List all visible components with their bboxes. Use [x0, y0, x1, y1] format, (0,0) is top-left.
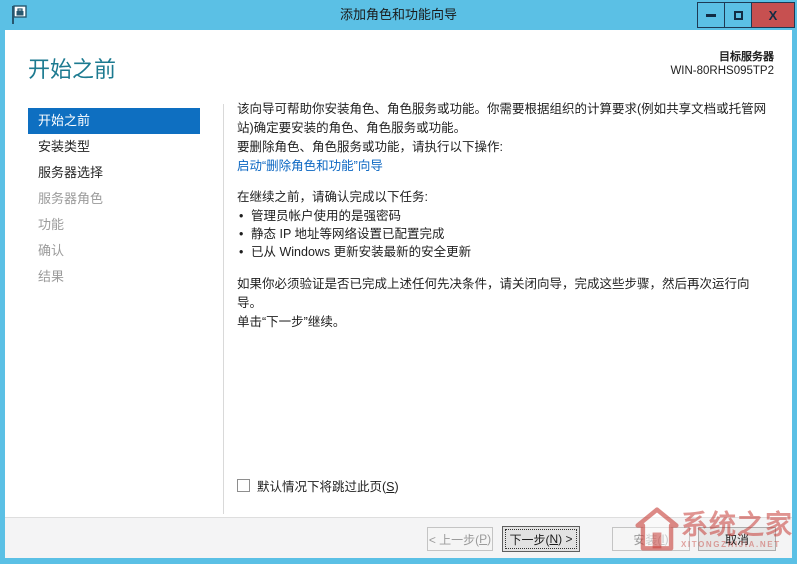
maximize-icon	[733, 10, 743, 20]
task-item-static-ip: 静态 IP 地址等网络设置已配置完成	[237, 225, 767, 243]
minimize-button[interactable]	[697, 2, 724, 28]
sidebar-item-server-selection[interactable]: 服务器选择	[28, 160, 200, 186]
target-server-info: 目标服务器 WIN-80RHS095TP2	[670, 50, 774, 78]
confirm-intro: 在继续之前，请确认完成以下任务:	[237, 190, 428, 204]
checkbox-label: 默认情况下将跳过此页(S)	[257, 480, 399, 494]
checkbox-icon[interactable]	[237, 479, 250, 492]
close-button[interactable]: X	[751, 2, 795, 28]
sidebar-item-results: 结果	[38, 269, 65, 284]
continue-note: 单击“下一步”继续。	[237, 315, 346, 329]
window-title: 添加角色和功能向导	[339, 7, 457, 22]
remove-instruction: 要删除角色、角色服务或功能，请执行以下操作:	[237, 140, 503, 154]
cancel-button[interactable]: 取消	[698, 527, 776, 551]
titlebar: 添加角色和功能向导 X	[0, 0, 797, 30]
wizard-body: 开始之前 目标服务器 WIN-80RHS095TP2 开始之前 安装类型 服务器…	[5, 30, 792, 558]
wizard-window: 添加角色和功能向导 X 开始之前 目标服务器 WIN-80RHS095TP2 开…	[0, 0, 797, 564]
task-list: 管理员帐户使用的是强密码 静态 IP 地址等网络设置已配置完成 已从 Windo…	[237, 207, 767, 261]
page-content: 该向导可帮助你安装角色、角色服务或功能。你需要根据组织的计算要求(例如共享文档或…	[237, 100, 767, 332]
maximize-button[interactable]	[724, 2, 751, 28]
sidebar-item-features: 功能	[38, 217, 65, 232]
task-item-windows-update: 已从 Windows 更新安装最新的安全更新	[237, 243, 767, 261]
wizard-steps-sidebar: 开始之前 安装类型 服务器选择 服务器角色 功能 确认 结果	[28, 108, 200, 290]
target-server-label: 目标服务器	[719, 51, 774, 63]
sidebar-item-installation-type[interactable]: 安装类型	[28, 134, 200, 160]
sidebar-item-confirmation: 确认	[38, 243, 65, 258]
previous-button: < 上一步(P)	[427, 527, 493, 551]
intro-paragraph: 该向导可帮助你安装角色、角色服务或功能。你需要根据组织的计算要求(例如共享文档或…	[237, 102, 767, 135]
sidebar-divider	[223, 104, 224, 514]
task-item-strong-password: 管理员帐户使用的是强密码	[237, 207, 767, 225]
install-button: 安装(I)	[612, 527, 690, 551]
wizard-footer: < 上一步(P) 下一步(N) > 安装(I) 取消	[5, 517, 792, 558]
sidebar-item-server-roles: 服务器角色	[38, 191, 104, 206]
next-button[interactable]: 下一步(N) >	[502, 526, 580, 552]
target-server-name: WIN-80RHS095TP2	[670, 65, 774, 77]
sidebar-item-before-you-begin[interactable]: 开始之前	[28, 108, 200, 134]
verify-note: 如果你必须验证是否已完成上述任何先决条件，请关闭向导，完成这些步骤，然后再次运行…	[237, 277, 750, 310]
remove-roles-wizard-link[interactable]: 启动“删除角色和功能”向导	[237, 157, 767, 176]
close-icon: X	[768, 7, 778, 23]
minimize-icon	[706, 13, 716, 17]
page-title: 开始之前	[28, 57, 117, 82]
skip-page-checkbox[interactable]: 默认情况下将跳过此页(S)	[237, 476, 399, 495]
